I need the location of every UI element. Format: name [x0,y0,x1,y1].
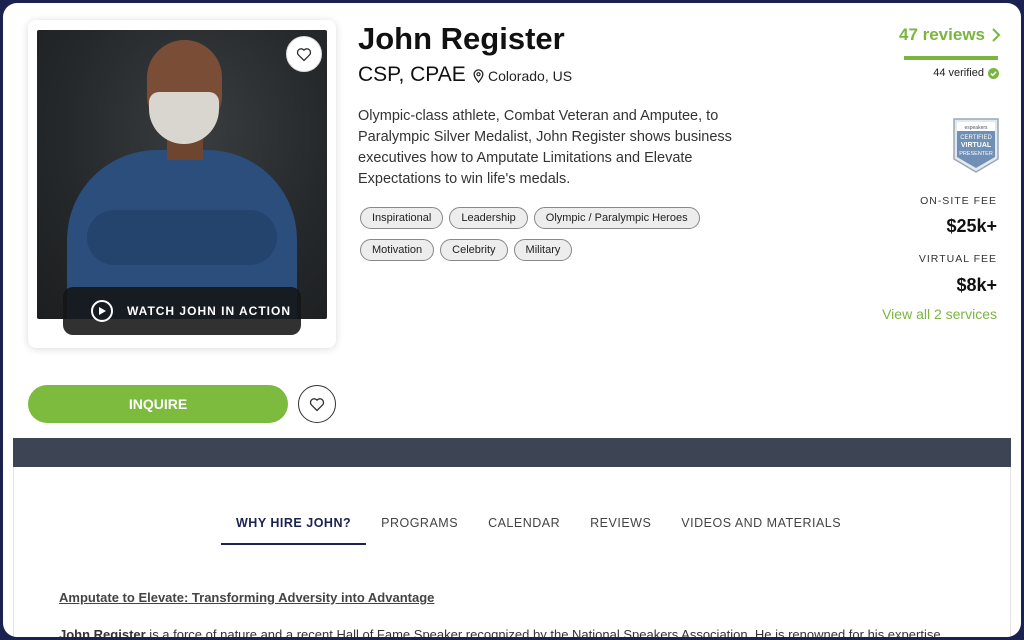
watch-video-label: WATCH JOHN IN ACTION [127,304,291,318]
topic-tag[interactable]: Leadership [449,207,528,229]
play-icon [91,300,113,322]
photo-figure-arms [87,210,277,265]
check-circle-icon [988,67,999,79]
details-panel [13,467,1011,637]
badge-text: espeakers [964,125,988,131]
body-text: is a force of nature and a recent Hall o… [145,627,941,637]
chevron-right-icon [992,28,1001,42]
section-divider-band [13,438,1011,467]
location-pin-icon [473,69,484,83]
verified-count: 44 verified [933,67,999,79]
profile-tabs: WHY HIRE JOHN? PROGRAMS CALENDAR REVIEWS… [221,513,856,545]
photo-favorite-button[interactable] [286,36,322,72]
location-text: Colorado, US [488,68,573,84]
topic-tag[interactable]: Military [513,239,573,261]
favorite-button[interactable] [298,385,336,423]
speaker-location: Colorado, US [473,68,572,84]
speaker-credentials: CSP, CPAE [358,63,466,86]
section-body: John Register is a force of nature and a… [59,627,941,637]
reviews-rating-bar [904,56,998,60]
onsite-fee-label: ON-SITE FEE [920,195,997,207]
speaker-photo[interactable] [37,30,327,319]
profile-page: WATCH JOHN IN ACTION John Register CSP, … [3,3,1021,637]
reviews-link[interactable]: 47 reviews [899,25,1001,45]
tab-programs[interactable]: PROGRAMS [366,513,473,545]
section-title: Amputate to Elevate: Transforming Advers… [59,590,435,605]
topic-tags: Inspirational Leadership Olympic / Paral… [360,207,740,261]
onsite-fee-value: $25k+ [946,216,997,236]
tab-videos-materials[interactable]: VIDEOS AND MATERIALS [666,513,856,545]
virtual-fee-label: VIRTUAL FEE [918,253,997,265]
verified-label: 44 verified [933,67,984,79]
speaker-name: John Register [358,21,565,56]
topic-tag[interactable]: Olympic / Paralympic Heroes [533,207,700,229]
virtual-fee-value: $8k+ [956,275,997,295]
heart-icon [309,397,325,411]
topic-tag[interactable]: Motivation [360,239,435,261]
inquire-button[interactable]: INQUIRE [28,385,288,423]
reviews-count: 47 reviews [898,25,985,44]
watch-video-button[interactable]: WATCH JOHN IN ACTION [63,287,301,335]
tab-calendar[interactable]: CALENDAR [473,513,575,545]
certified-virtual-presenter-badge: espeakers CERTIFIED VIRTUAL PRESENTER [951,115,1001,175]
photo-figure-beard [149,92,219,144]
heart-icon [296,47,312,61]
topic-tag[interactable]: Inspirational [360,207,444,229]
body-name-link[interactable]: John Register [59,627,146,637]
speaker-photo-card: WATCH JOHN IN ACTION [28,20,336,348]
speaker-description: Olympic-class athlete, Combat Veteran an… [358,108,732,187]
topic-tag[interactable]: Celebrity [440,239,508,261]
tab-reviews[interactable]: REVIEWS [575,513,666,545]
badge-text: VIRTUAL [961,142,992,149]
tab-why-hire[interactable]: WHY HIRE JOHN? [221,513,367,545]
badge-text: PRESENTER [959,151,993,157]
view-services-link[interactable]: View all 2 services [882,306,997,322]
badge-text: CERTIFIED [960,135,992,141]
